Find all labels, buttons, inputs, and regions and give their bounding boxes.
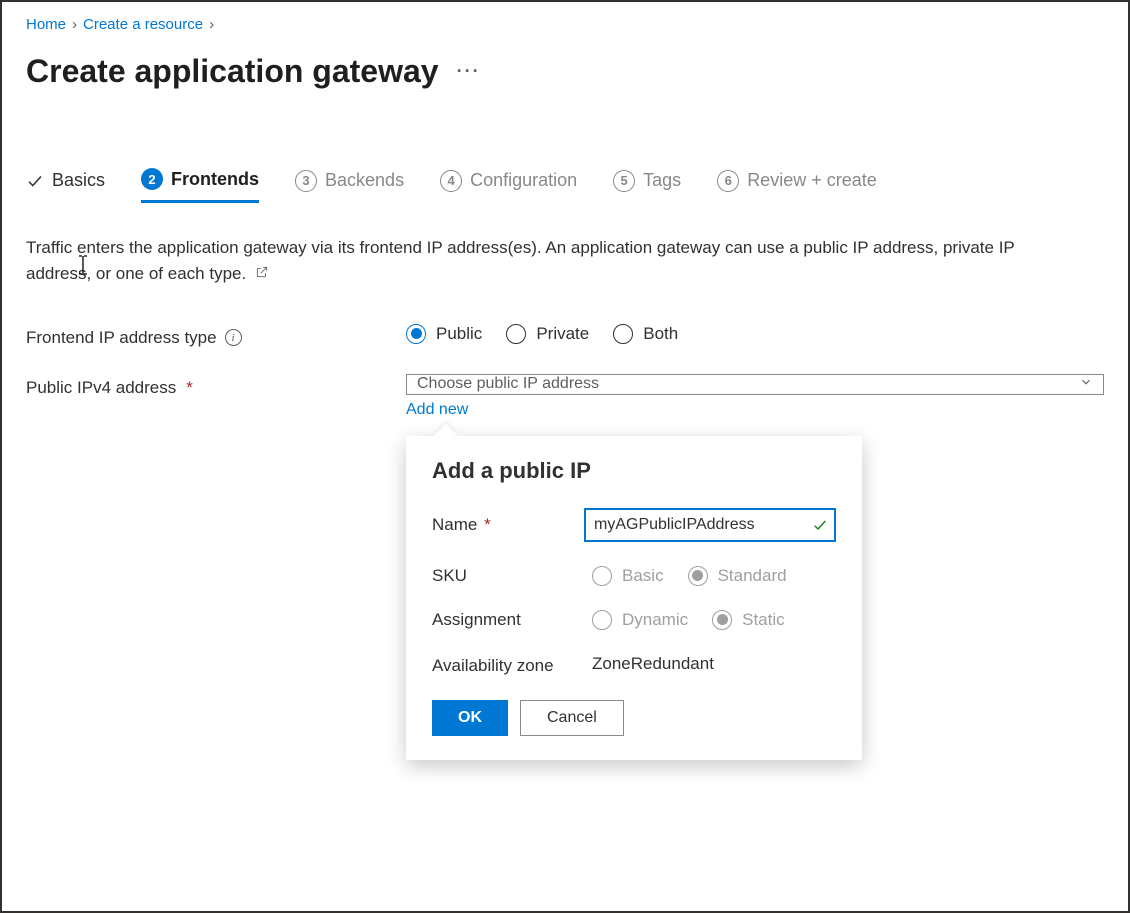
radio-circle-icon [613,324,633,344]
popover-row-az: Availability zone ZoneRedundant [432,654,836,676]
tab-review-create[interactable]: 6 Review + create [717,170,877,202]
radio-label: Dynamic [622,610,688,630]
label-text: Public IPv4 address [26,378,176,398]
required-asterisk: * [484,515,491,534]
radio-circle-icon [406,324,426,344]
ok-button[interactable]: OK [432,700,508,736]
radio-label: Static [742,610,785,630]
tab-backends[interactable]: 3 Backends [295,170,404,202]
tab-configuration[interactable]: 4 Configuration [440,170,577,202]
step-number-icon: 4 [440,170,462,192]
row-frontend-ip-type: Frontend IP address type i Public Privat… [26,324,1104,348]
step-number-icon: 3 [295,170,317,192]
tab-label: Configuration [470,170,577,191]
radio-assign-static: Static [712,610,785,630]
sku-label: SKU [432,566,592,586]
radio-label: Private [536,324,589,344]
radio-label: Standard [718,566,787,586]
name-input-wrap [584,508,836,542]
required-asterisk: * [186,378,193,398]
description-content: Traffic enters the application gateway v… [26,238,1014,283]
name-input[interactable] [584,508,836,542]
assignment-label: Assignment [432,610,592,630]
name-label: Name * [432,515,584,535]
breadcrumb-create-resource[interactable]: Create a resource [83,16,203,33]
check-icon [26,172,44,190]
radio-label: Both [643,324,678,344]
step-number-icon: 2 [141,168,163,190]
frontend-ip-type-radios: Public Private Both [406,324,678,344]
frontend-ip-type-label: Frontend IP address type i [26,324,406,348]
tab-label: Backends [325,170,404,191]
description-text: Traffic enters the application gateway v… [26,235,1076,288]
tab-label: Frontends [171,169,259,190]
popover-row-sku: SKU Basic Standard [432,566,836,586]
row-public-ipv4: Public IPv4 address * Choose public IP a… [26,374,1104,419]
label-text: Frontend IP address type [26,328,217,348]
tab-frontends[interactable]: 2 Frontends [141,168,259,203]
az-label: Availability zone [432,654,592,676]
assignment-radios: Dynamic Static [592,610,785,630]
radio-circle-icon [592,610,612,630]
label-text: Name [432,515,477,534]
breadcrumb-home[interactable]: Home [26,16,66,33]
tab-label: Tags [643,170,681,191]
radio-circle-icon [592,566,612,586]
radio-public[interactable]: Public [406,324,482,344]
step-number-icon: 6 [717,170,739,192]
az-value: ZoneRedundant [592,654,714,674]
add-public-ip-popover: Add a public IP Name * SKU [406,436,862,760]
radio-sku-standard: Standard [688,566,787,586]
radio-sku-basic: Basic [592,566,664,586]
wizard-tabs: Basics 2 Frontends 3 Backends 4 Configur… [26,168,1104,203]
sku-radios: Basic Standard [592,566,787,586]
tab-label: Review + create [747,170,877,191]
dropdown-placeholder: Choose public IP address [417,375,599,393]
page-title: Create application gateway [26,53,439,90]
public-ipv4-field: Choose public IP address Add new Add a p… [406,374,1104,419]
info-icon[interactable]: i [225,329,242,346]
chevron-right-icon: › [72,16,77,33]
radio-circle-icon [688,566,708,586]
public-ipv4-label: Public IPv4 address * [26,374,406,398]
popover-row-assignment: Assignment Dynamic Static [432,610,836,630]
chevron-right-icon: › [209,16,214,33]
popover-row-name: Name * [432,508,836,542]
valid-check-icon [812,517,828,533]
add-new-link[interactable]: Add new [406,401,1104,419]
radio-label: Public [436,324,482,344]
popover-buttons: OK Cancel [432,700,836,736]
breadcrumb: Home › Create a resource › [26,16,1104,33]
radio-assign-dynamic: Dynamic [592,610,688,630]
chevron-down-icon [1079,375,1093,394]
external-link-icon[interactable] [255,261,269,287]
public-ip-dropdown[interactable]: Choose public IP address [406,374,1104,395]
radio-private[interactable]: Private [506,324,589,344]
radio-label: Basic [622,566,664,586]
cancel-button[interactable]: Cancel [520,700,624,736]
form: Frontend IP address type i Public Privat… [26,324,1104,419]
step-number-icon: 5 [613,170,635,192]
page-title-row: Create application gateway ··· [26,53,1104,90]
radio-both[interactable]: Both [613,324,678,344]
radio-circle-icon [506,324,526,344]
tab-basics[interactable]: Basics [26,170,105,201]
more-actions-icon[interactable]: ··· [457,61,481,82]
popover-title: Add a public IP [432,458,836,484]
tab-label: Basics [52,170,105,191]
tab-tags[interactable]: 5 Tags [613,170,681,202]
radio-circle-icon [712,610,732,630]
